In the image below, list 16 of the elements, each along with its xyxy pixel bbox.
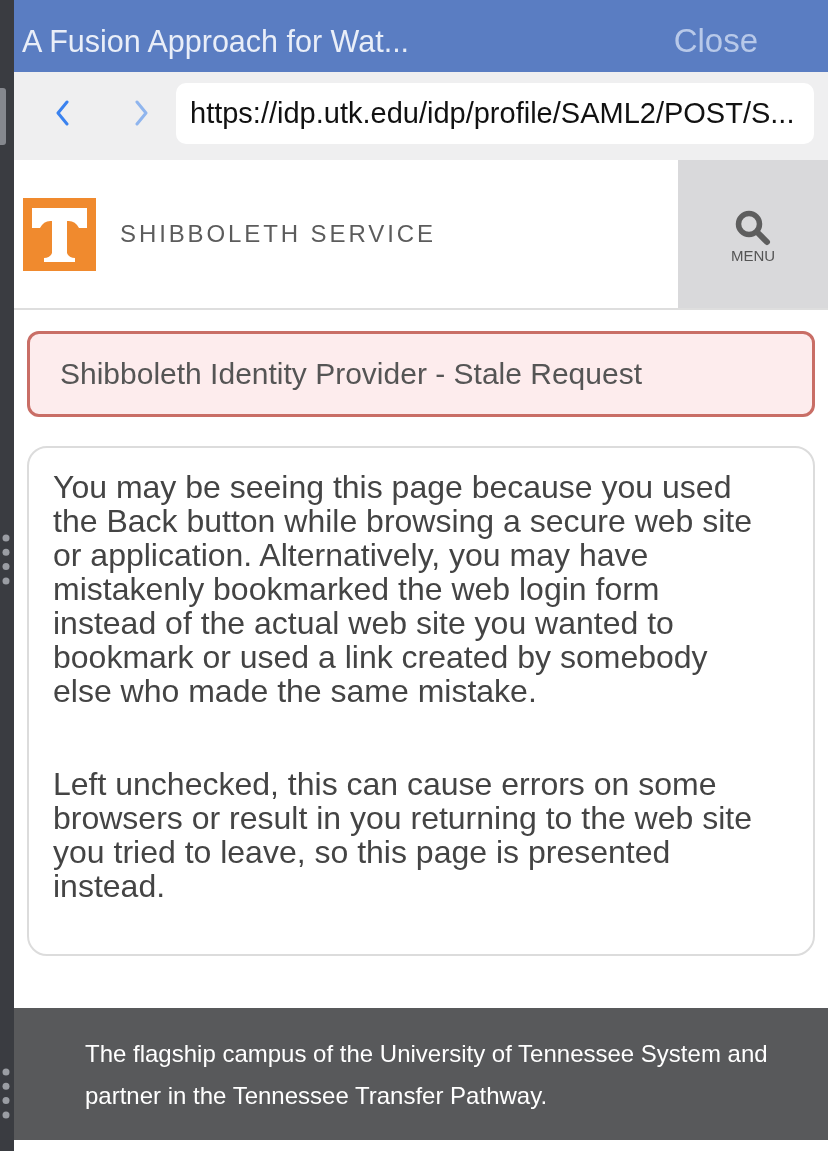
menu-button[interactable]: MENU: [678, 160, 828, 308]
message-paragraph: You may be seeing this page because you used the Back button while browsing a secure web site or application. Alternatively, you may have mistakenly bookmarked the web login form instead of the actual web site you wanted to bookmark or used a link created by somebody else who made the same mistake.: [53, 470, 754, 708]
search-icon: [735, 209, 771, 246]
drag-handle-icon[interactable]: [2, 534, 10, 585]
window-title: A Fusion Approach for Wat...: [22, 23, 410, 59]
url-text: https://idp.utk.edu/idp/profile/SAML2/POST/S...: [190, 96, 795, 130]
site-title: SHIBBOLETH SERVICE: [120, 219, 436, 249]
footer-text: The flagship campus of the University of Tennessee System and partner in the Tennessee Transfer Pathway.: [85, 1039, 769, 1111]
url-field[interactable]: https://idp.utk.edu/idp/profile/SAML2/POST/S...: [176, 82, 814, 144]
drag-handle-icon[interactable]: [2, 1068, 10, 1119]
menu-label: MENU: [730, 246, 776, 265]
side-panel-edge: [0, 88, 6, 145]
alert-text: Shibboleth Identity Provider - Stale Request: [60, 357, 642, 391]
logo-icon: [23, 197, 96, 271]
message-paragraph: Left unchecked, this can cause errors on some browsers or result in you returning to the web site you tried to leave, so this page is presented instead.: [53, 767, 753, 903]
back-icon[interactable]: [56, 100, 70, 126]
